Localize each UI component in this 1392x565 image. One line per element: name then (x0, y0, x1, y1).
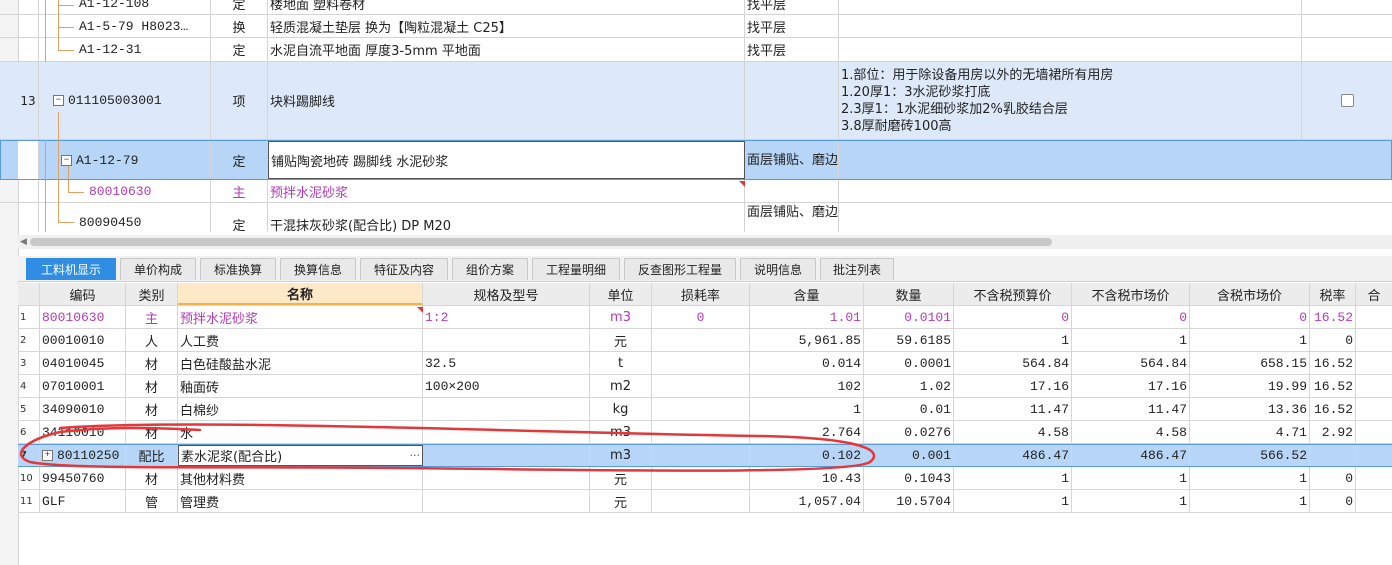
annotation-circle (19, 423, 876, 472)
annotation-stroke (19, 423, 876, 472)
